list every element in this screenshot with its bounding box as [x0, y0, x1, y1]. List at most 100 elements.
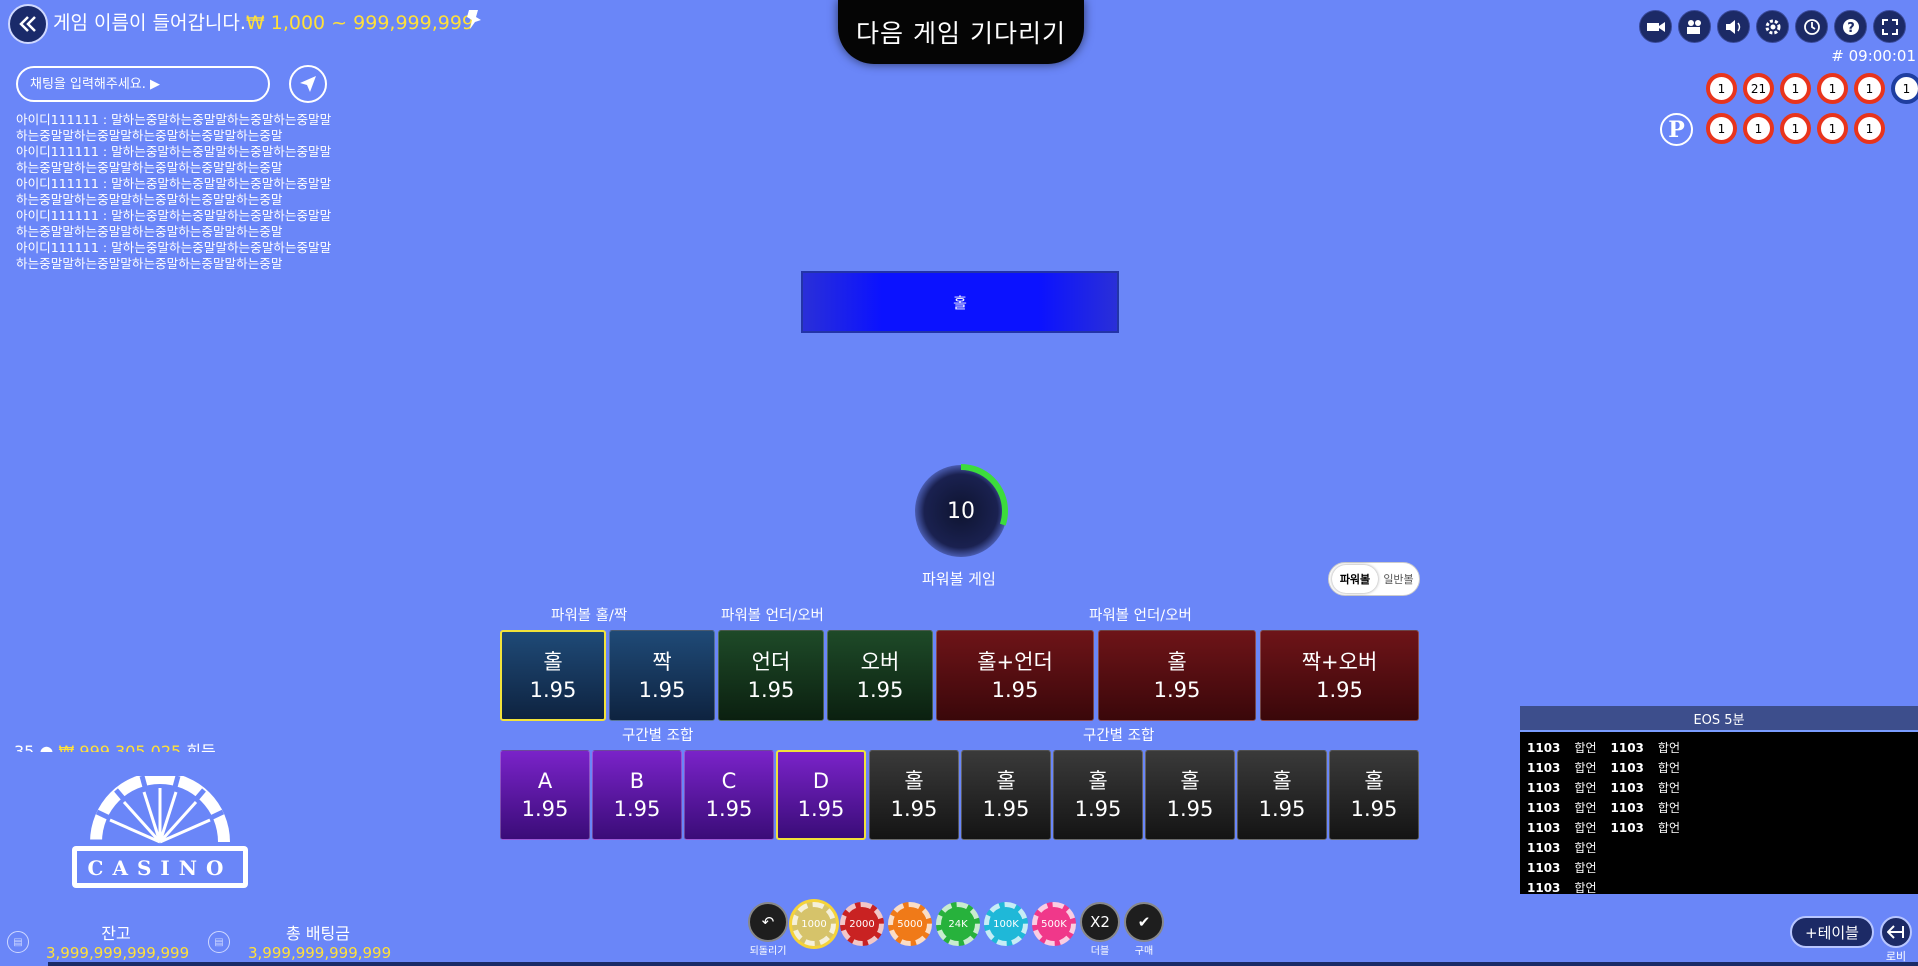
chip-1000[interactable]: 1000	[792, 902, 836, 946]
eos-row: 1103 합언	[1527, 761, 1597, 775]
eos-row: 1103 합언	[1527, 841, 1597, 855]
bet-button[interactable]: D 1.95	[776, 750, 866, 840]
eos-row: 1103 합언	[1610, 761, 1681, 775]
toggle-option-powerball[interactable]: 파워볼	[1332, 565, 1378, 593]
eos-row: 1103 합언	[1610, 741, 1681, 755]
buy-icon[interactable]: ✔	[1124, 902, 1164, 942]
bet-button[interactable]: 홀 1.95	[1237, 750, 1327, 840]
chat-log: 아이디111111 : 말하는중말하는중말말하는중말하는중말말하는중말말하는중말…	[16, 112, 342, 272]
undo-label: 되돌리기	[749, 946, 787, 957]
coins-icon: ●	[39, 742, 54, 752]
svg-text:?: ?	[1847, 21, 1855, 36]
bet-odds: 1.95	[613, 797, 661, 821]
bet-label: 홀	[543, 649, 563, 674]
buy-control[interactable]: ✔ 구매	[1124, 902, 1164, 957]
bet-button[interactable]: A 1.95	[500, 750, 590, 840]
bet-button[interactable]: 홀 1.95	[1145, 750, 1235, 840]
total-bet-value: 3,999,999,999,999	[248, 944, 392, 962]
history-icon[interactable]	[1795, 10, 1828, 43]
bet-odds: 1.95	[1153, 677, 1201, 702]
bet-range: ₩ 1,000 ~ 999,999,999	[245, 12, 475, 34]
bet-button[interactable]: 홀 1.95	[1053, 750, 1143, 840]
bet-label: 짝+오버	[1301, 649, 1378, 674]
eos-row: 1103 합언	[1527, 741, 1597, 755]
chip-2000[interactable]: 2000	[840, 902, 884, 946]
exit-icon[interactable]	[1880, 916, 1912, 948]
chat-message: 아이디111111 : 말하는중말하는중말말하는중말하는중말말하는중말말하는중말…	[16, 112, 332, 143]
bet-button[interactable]: 홀 1.95	[1329, 750, 1419, 840]
chat-message: 아이디111111 : 말하는중말하는중말말하는중말하는중말말하는중말말하는중말…	[16, 176, 332, 207]
sound-icon[interactable]	[1717, 10, 1750, 43]
toggle-option-normalball[interactable]: 일반볼	[1378, 571, 1419, 587]
balance-value: 3,999,999,999,999	[46, 944, 190, 962]
ball: 1	[1706, 73, 1737, 104]
settings-icon[interactable]	[1756, 10, 1789, 43]
bet-button[interactable]: 짝 1.95	[609, 630, 715, 721]
bet-label: 홀+언더	[977, 649, 1053, 674]
ball: 1	[1780, 113, 1811, 144]
bet-button[interactable]: C 1.95	[684, 750, 774, 840]
fullscreen-icon[interactable]	[1873, 10, 1906, 43]
bet-button[interactable]: 언더 1.95	[718, 630, 824, 721]
chip-100k[interactable]: 100K	[984, 902, 1028, 946]
timer-seconds: 10	[947, 498, 975, 524]
bet-odds: 1.95	[797, 797, 845, 821]
back-button[interactable]	[8, 4, 48, 44]
chip-5000[interactable]: 5000	[888, 902, 932, 946]
double-button[interactable]: X2	[1080, 902, 1120, 942]
chat-message: 아이디111111 : 말하는중말하는중말말하는중말하는중말말하는중말말하는중말…	[16, 208, 332, 239]
undo-control[interactable]: ↶ 되돌리기	[748, 902, 788, 957]
bet-button[interactable]: 홀+언더 1.95	[936, 630, 1094, 721]
balance: 잔고 3,999,999,999,999	[46, 920, 190, 962]
bet-button[interactable]: 홀 1.95	[1098, 630, 1256, 721]
game-title: 게임 이름이 들어갑니다.₩ 1,000 ~ 999,999,999	[53, 8, 474, 35]
balance-label: 잔고	[101, 924, 131, 943]
video-icon[interactable]	[1678, 10, 1711, 43]
eos-row: 1103 합언	[1527, 821, 1597, 835]
bet-label: 홀	[1088, 769, 1108, 793]
help-icon[interactable]: ?	[1834, 10, 1867, 43]
total-bet-label: 총 배팅금	[286, 924, 350, 943]
eos-row: 1103 합언	[1610, 781, 1681, 795]
bet-label: 홀	[1180, 769, 1200, 793]
casino-logo-text: CASINO	[88, 856, 233, 880]
lobby-button[interactable]: 로비	[1880, 916, 1912, 964]
send-button[interactable]	[289, 65, 327, 103]
eos-row: 1103 합언	[1527, 861, 1597, 875]
chip-tray: ↶ 되돌리기 1000 2000 5000 24K 100K 500K X2 더…	[748, 902, 1164, 957]
casino-logo: CASINO	[72, 776, 248, 888]
bet-button[interactable]: 짝+오버 1.95	[1260, 630, 1419, 721]
eos-row: 1103 합언	[1527, 781, 1597, 795]
camera-icon[interactable]	[1639, 10, 1672, 43]
bet-button[interactable]: 홀 1.95	[500, 630, 606, 721]
ball: 1	[1854, 73, 1885, 104]
ball-results-top: 1 21 1 1 1 1	[1706, 73, 1918, 104]
chat-message: 아이디111111 : 말하는중말하는중말말하는중말하는중말말하는중말말하는중말…	[16, 144, 332, 175]
ball: 1	[1854, 113, 1885, 144]
ball: 21	[1743, 73, 1774, 104]
bet-button[interactable]: B 1.95	[592, 750, 682, 840]
add-table-button[interactable]: +테이블	[1790, 916, 1874, 948]
wallet-icon: ▤	[7, 931, 29, 953]
chip-24k[interactable]: 24K	[936, 902, 980, 946]
game-type-label: 파워볼 게임	[922, 570, 996, 588]
bet-label: 오버	[860, 649, 900, 674]
bet-button[interactable]: 홀 1.95	[869, 750, 959, 840]
bet-odds: 1.95	[747, 677, 795, 702]
chip-500k[interactable]: 500K	[1032, 902, 1076, 946]
wait-banner: 다음 게임 기다리기	[838, 0, 1084, 64]
pin-icon[interactable]	[466, 8, 484, 35]
bet-label: 홀	[1272, 769, 1292, 793]
ball-type-toggle[interactable]: 파워볼 일반볼	[1328, 562, 1420, 596]
undo-icon[interactable]: ↶	[748, 902, 788, 942]
bet-button[interactable]: 홀 1.95	[961, 750, 1051, 840]
jackpot-amount: ₩ 999,305,025	[58, 742, 182, 752]
double-control[interactable]: X2 더블	[1080, 902, 1120, 957]
bet-label: 짝	[652, 649, 672, 674]
section-header-range-combo-2: 구간별 조합	[1083, 728, 1155, 744]
chat-input[interactable]	[16, 66, 270, 102]
bet-odds: 1.95	[529, 677, 577, 702]
bet-label: A	[537, 769, 553, 793]
bet-button[interactable]: 오버 1.95	[827, 630, 933, 721]
jackpot-line: 35 ● ₩ 999,305,025 회득	[14, 738, 216, 752]
